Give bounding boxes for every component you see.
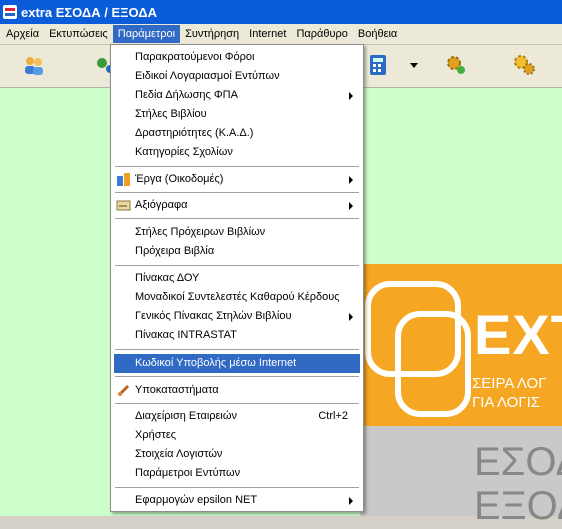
menu-item-genikos-pinakas[interactable]: Γενικός Πίνακας Στηλών Βιβλίου [114, 307, 360, 326]
menu-separator [115, 166, 359, 167]
branches-icon [117, 384, 130, 397]
menu-item-drastiriotites[interactable]: Δραστηριότητες (Κ.Α.Δ.) [114, 124, 360, 143]
submenu-arrow-icon [349, 92, 353, 100]
menu-separator [115, 349, 359, 350]
menu-separator [115, 487, 359, 488]
menu-item-stoixeia-logiston[interactable]: Στοιχεία Λογιστών [114, 445, 360, 464]
splash-subtitle-2: ΓΙΑ ΛΟΓΙΣ [472, 394, 541, 411]
menu-item-efarmogon-epsilon[interactable]: Εφαρμογών epsilon NET [114, 491, 360, 510]
gears-icon[interactable] [512, 53, 536, 77]
submenu-arrow-icon [349, 176, 353, 184]
menu-item-katigories-sxolion[interactable]: Κατηγορίες Σχολίων [114, 143, 360, 162]
splash-product-2: ΕΞΟΔ [474, 484, 562, 528]
dropdown-arrow-icon[interactable] [410, 63, 418, 69]
parametroi-dropdown-menu: Παρακρατούμενοι Φόροι Ειδικοί Λογαριασμο… [110, 44, 364, 512]
menu-archeia[interactable]: Αρχεία [1, 25, 44, 43]
buildings-icon [117, 173, 130, 186]
gear-icon[interactable] [444, 53, 468, 77]
submenu-arrow-icon [349, 202, 353, 210]
menu-item-intrastat[interactable]: Πίνακας INTRASTAT [114, 326, 360, 345]
submenu-arrow-icon [349, 497, 353, 505]
app-icon [3, 5, 17, 19]
menu-separator [115, 218, 359, 219]
splash-brand: EXT [474, 303, 562, 366]
menu-bar: Αρχεία Εκτυπώσεις Παράμετροι Συντήρηση I… [0, 24, 562, 45]
menu-item-stiles-proxeiron[interactable]: Στήλες Πρόχειρων Βιβλίων [114, 223, 360, 242]
splash-product-1: ΕΣΟΔ [474, 440, 562, 484]
splash-subtitle-1: ΣΕΙΡΑ ΛΟΓ [472, 375, 547, 392]
menu-separator [115, 376, 359, 377]
title-bar: extra ΕΣΟΔΑ / ΕΞΟΔΑ [0, 0, 562, 24]
menu-voitheia[interactable]: Βοήθεια [353, 25, 402, 43]
menu-item-parametroi-entypon[interactable]: Παράμετροι Εντύπων [114, 464, 360, 483]
submenu-arrow-icon [349, 313, 353, 321]
menu-item-monadikoi-syntelestes[interactable]: Μοναδικοί Συντελεστές Καθαρού Κέρδους [114, 288, 360, 307]
menu-item-ypokatastimata[interactable]: Υποκαταστήματα [114, 381, 360, 400]
window-title: extra ΕΣΟΔΑ / ΕΞΟΔΑ [21, 4, 158, 20]
menu-item-eidikoi-logariasmoi[interactable]: Ειδικοί Λογαριασμοί Εντύπων [114, 67, 360, 86]
menu-item-axiografa[interactable]: Αξιόγραφα [114, 196, 360, 215]
menu-separator [115, 403, 359, 404]
menu-internet[interactable]: Internet [244, 25, 291, 43]
menu-item-xristes[interactable]: Χρήστες [114, 426, 360, 445]
menu-item-kodikoi-ypovolis[interactable]: Κωδικοί Υποβολής μέσω Internet [114, 354, 360, 373]
menu-item-erga[interactable]: Έργα (Οικοδομές) [114, 170, 360, 189]
menu-item-proxeira-vivlia[interactable]: Πρόχειρα Βιβλία [114, 242, 360, 261]
menu-parametroi[interactable]: Παράμετροι [112, 25, 181, 43]
menu-item-pinakas-doy[interactable]: Πίνακας ΔΟΥ [114, 269, 360, 288]
menu-ektyposeis[interactable]: Εκτυπώσεις [44, 25, 113, 43]
menu-syntirisi[interactable]: Συντήρηση [180, 25, 244, 43]
menu-separator [115, 265, 359, 266]
shortcut-text: Ctrl+2 [318, 410, 348, 422]
menu-parathyro[interactable]: Παράθυρο [291, 25, 352, 43]
calculator-icon[interactable] [366, 53, 390, 77]
menu-separator [115, 192, 359, 193]
menu-item-diaxeirisi-etaireion[interactable]: Διαχείριση Εταιρειών Ctrl+2 [114, 407, 360, 426]
logo-mark-icon [365, 281, 471, 417]
users-icon[interactable] [22, 53, 46, 77]
cheque-icon [116, 200, 131, 211]
menu-item-pedia-dilosis-fpa[interactable]: Πεδία Δήλωσης ΦΠΑ [114, 86, 360, 105]
menu-item-parakratoumenoi-foroi[interactable]: Παρακρατούμενοι Φόροι [114, 48, 360, 67]
menu-item-stiles-vivliou[interactable]: Στήλες Βιβλίου [114, 105, 360, 124]
